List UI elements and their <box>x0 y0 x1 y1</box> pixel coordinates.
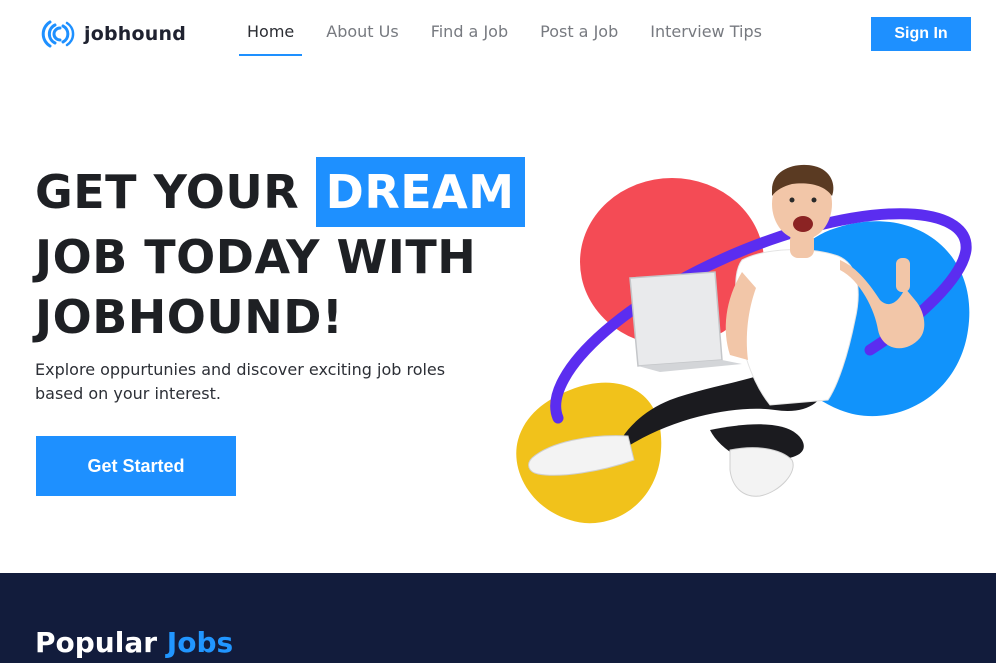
popular-title-main: Popular <box>35 626 158 659</box>
brand-name: jobhound <box>84 23 186 45</box>
nav-item-about-us[interactable]: About Us <box>318 14 406 56</box>
hero-line-3: JOBHOUND! <box>35 290 344 344</box>
top-navigation: jobhound Home About Us Find a Job Post a… <box>0 0 996 70</box>
hero-heading: GET YOUR DREAM JOB TODAY WITH JOBHOUND! <box>35 157 535 347</box>
hero-subtitle: Explore oppurtunies and discover excitin… <box>35 360 446 403</box>
nav-item-interview-tips[interactable]: Interview Tips <box>642 14 770 56</box>
nav-item-home[interactable]: Home <box>239 14 303 56</box>
hero-highlight: DREAM <box>315 157 525 227</box>
sign-in-button[interactable]: Sign In <box>871 17 971 51</box>
nav-item-post-a-job[interactable]: Post a Job <box>532 14 626 56</box>
jobhound-logo-icon <box>41 20 75 48</box>
popular-jobs-section: Popular Jobs <box>0 573 996 663</box>
main-menu: Home About Us Find a Job Post a Job Inte… <box>239 14 786 56</box>
hero-illustration <box>516 164 972 524</box>
popular-jobs-heading: Popular Jobs <box>35 626 233 659</box>
brand-logo[interactable]: jobhound <box>40 15 186 53</box>
popular-title-accent: Jobs <box>166 626 234 659</box>
nav-item-find-a-job[interactable]: Find a Job <box>423 14 516 56</box>
hero-line-2: JOB TODAY WITH <box>35 230 477 284</box>
get-started-button[interactable]: Get Started <box>36 436 236 496</box>
hero-line-1: GET YOUR DREAM <box>35 157 535 227</box>
hero-line-1-text: GET YOUR <box>35 165 300 219</box>
